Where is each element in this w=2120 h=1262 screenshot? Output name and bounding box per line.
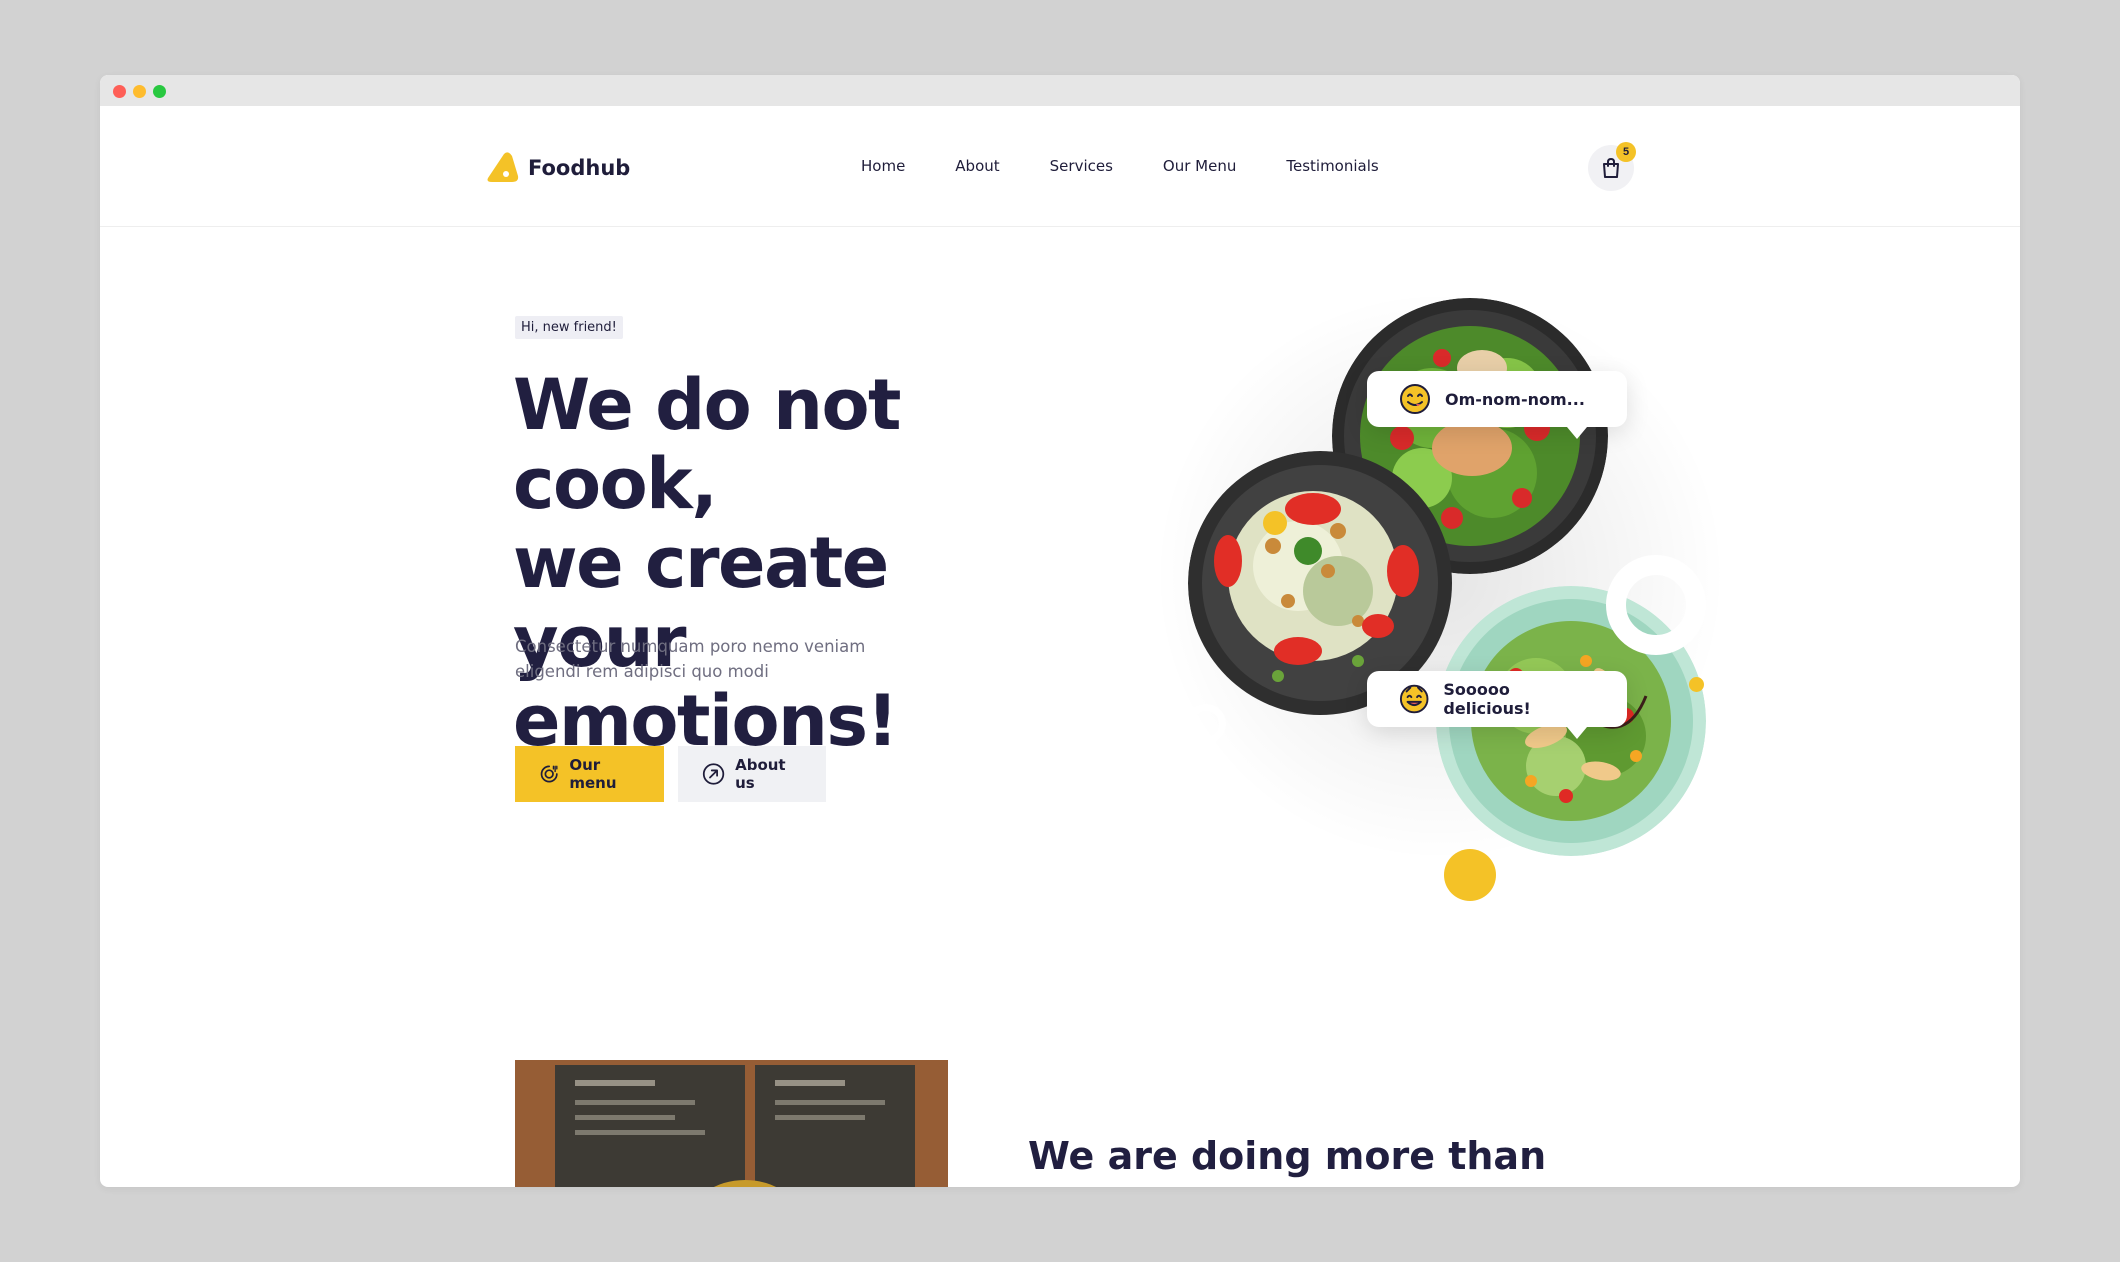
nav-home[interactable]: Home xyxy=(861,157,905,175)
arrow-up-right-icon xyxy=(702,763,725,785)
decor-dot-2 xyxy=(1689,677,1704,692)
hero-description: Consectetur numquam poro nemo veniam eli… xyxy=(515,637,866,681)
nav-services[interactable]: Services xyxy=(1050,157,1113,175)
yum-face-icon xyxy=(1400,384,1430,414)
nav-testimonials[interactable]: Testimonials xyxy=(1286,157,1378,175)
our-menu-label: Our menu xyxy=(569,756,617,792)
chat-bubble-om-nom-text: Om-nom-nom... xyxy=(1445,389,1585,409)
main-nav: Home About Services Our Menu Testimonial… xyxy=(861,157,1379,175)
maximize-window-button[interactable] xyxy=(153,85,166,98)
minimize-window-button[interactable] xyxy=(133,85,146,98)
landing-page: Foodhub Home About Services Our Menu Tes… xyxy=(100,106,2020,1187)
our-menu-button[interactable]: Our menu xyxy=(515,746,664,802)
cafe-photo xyxy=(515,1060,948,1187)
hero-tag: Hi, new friend! xyxy=(515,316,623,339)
decor-ring-small xyxy=(1186,704,1226,744)
cart-button[interactable]: 5 xyxy=(1588,142,1636,191)
site-header: Foodhub Home About Services Our Menu Tes… xyxy=(100,106,2020,227)
close-window-button[interactable] xyxy=(113,85,126,98)
about-us-button[interactable]: About us xyxy=(678,746,826,802)
browser-window: Foodhub Home About Services Our Menu Tes… xyxy=(100,75,2020,1187)
section2-title: We are doing more than xyxy=(1028,1134,1547,1178)
hero-title-line-1: We do not cook, xyxy=(513,364,902,525)
decor-ring-large xyxy=(1606,555,1706,655)
chat-bubble-delicious: Sooooo delicious! xyxy=(1367,671,1627,739)
hero-title: We do not cook, we create your emotions! xyxy=(513,366,1073,761)
logo[interactable]: Foodhub xyxy=(484,150,630,186)
chat-bubble-om-nom: Om-nom-nom... xyxy=(1367,371,1627,439)
dish-icon xyxy=(540,765,558,783)
cart-count-badge: 5 xyxy=(1616,142,1636,162)
decor-dot-1 xyxy=(1263,511,1287,535)
shopping-bag-icon xyxy=(1603,157,1619,178)
smiling-face-icon xyxy=(1399,684,1429,714)
logo-text: Foodhub xyxy=(528,156,631,180)
about-us-label: About us xyxy=(735,756,786,792)
nav-about[interactable]: About xyxy=(955,157,999,175)
decor-dot-3 xyxy=(1444,849,1496,901)
window-chrome xyxy=(100,75,2020,106)
logo-icon xyxy=(487,152,519,182)
nav-our-menu[interactable]: Our Menu xyxy=(1163,157,1236,175)
chat-bubble-delicious-text: Sooooo delicious! xyxy=(1443,680,1531,718)
